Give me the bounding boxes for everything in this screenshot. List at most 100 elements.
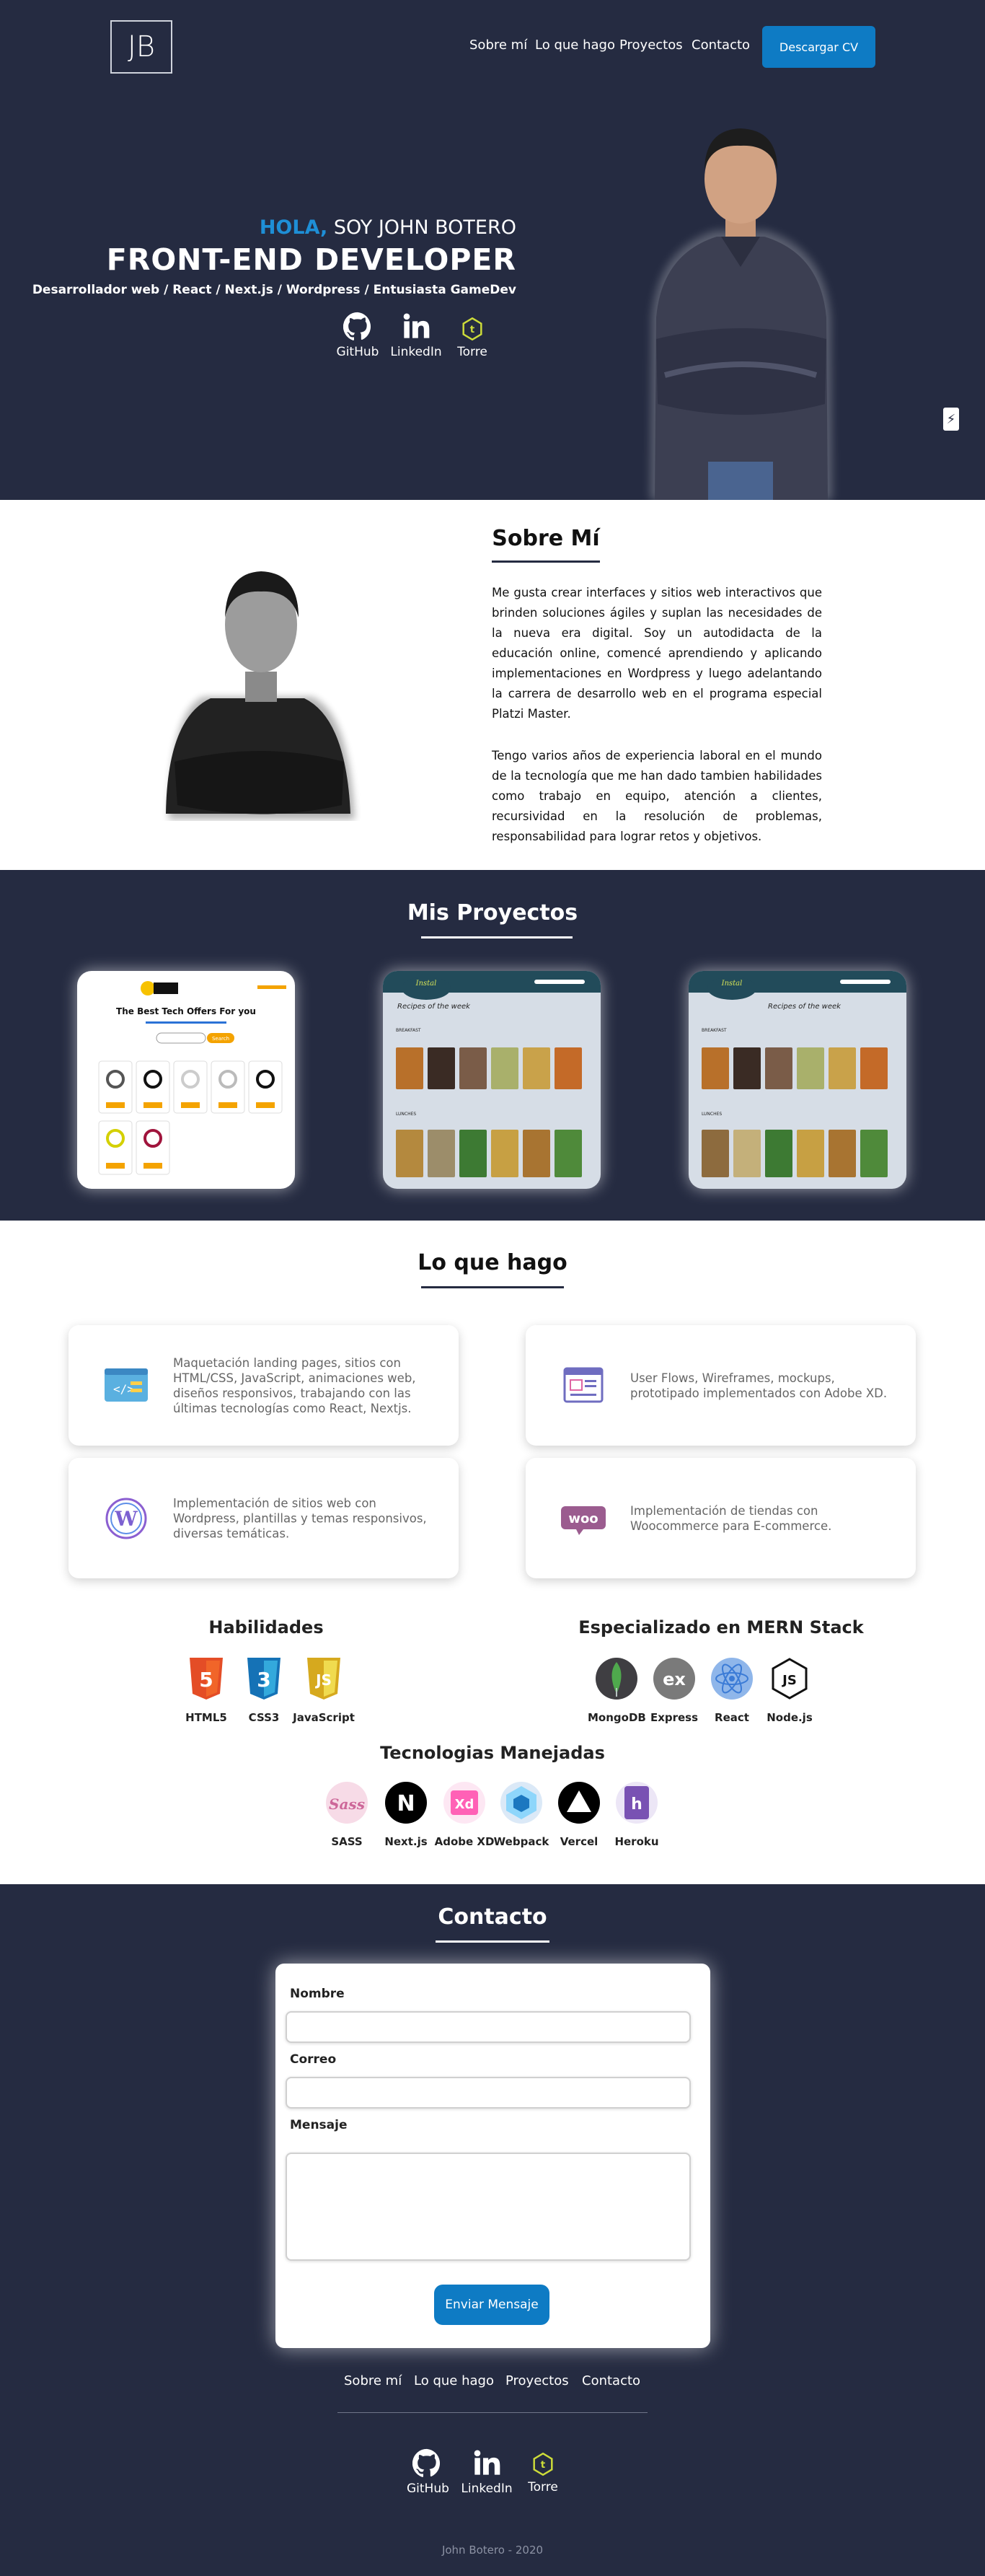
github-icon [412,2448,440,2477]
footer-github-label: GitHub [407,2482,449,2496]
email-input[interactable] [286,2077,691,2109]
footer-nav-contacto[interactable]: Contacto [582,2373,640,2388]
linkedin-icon [474,2450,500,2475]
wordpress-icon: W [105,1498,147,1539]
send-message-button[interactable]: Enviar Mensaje [434,2285,549,2325]
message-textarea[interactable] [286,2153,691,2261]
sass-icon: Sass [326,1782,368,1824]
nextjs-icon: N [385,1782,427,1824]
footer-social-github[interactable]: GitHub [407,2448,449,2496]
tech-webpack-label: Webpack [493,1835,549,1848]
hero-profile-photo [650,128,832,500]
bolt-icon[interactable]: ⚡ [943,408,959,431]
svg-text:woo: woo [568,1511,598,1526]
svg-text:5: 5 [199,1668,213,1692]
about-paragraph-2: Tengo varios años de experiencia laboral… [492,749,822,843]
project-card-tech-store[interactable]: The Best Tech Offers For you Search [77,971,295,1189]
greeting-highlight: HOLA, [259,216,328,239]
tech-nextjs: N Next.js [377,1780,435,1848]
skill-css3-label: CSS3 [248,1711,280,1724]
project-preview-recipes-1: Instal Recipes of the week BREAKFAST LUN… [383,971,601,1177]
github-icon [343,312,371,340]
svg-text:JS: JS [314,1671,332,1689]
hero-subtitle: Desarrollador web / React / Next.js / Wo… [32,283,516,297]
skill-react: React [703,1656,761,1724]
skill-express-label: Express [650,1711,699,1724]
tech-adobexd: Xd Adobe XD [433,1780,495,1848]
wireframe-icon [563,1367,604,1402]
habilidades-title: Habilidades [208,1617,324,1638]
recipes1-lunches: LUNCHES [396,1112,416,1117]
footer-social-torre[interactable]: t Torre [525,2453,561,2494]
mern-title: Especializado en MERN Stack [578,1617,864,1638]
footer-social-linkedin[interactable]: LinkedIn [460,2448,513,2496]
nav-sobre-mi[interactable]: Sobre mí [469,38,527,53]
skill-react-label: React [715,1711,749,1724]
project1-product-grid [98,1060,283,1175]
html5-icon: 5 [190,1658,223,1700]
nodejs-icon: JS [772,1658,808,1700]
tech-adobexd-label: Adobe XD [434,1835,495,1848]
service-card-ux: User Flows, Wireframes, mockups, prototi… [526,1325,916,1446]
skill-html5-label: HTML5 [185,1711,227,1724]
github-label: GitHub [336,345,379,359]
skill-nodejs: JS Node.js [761,1656,818,1724]
about-paragraph-1: Me gusta crear interfaces y sitios web i… [492,586,822,721]
tech-vercel-label: Vercel [560,1835,598,1848]
social-github[interactable]: GitHub [336,312,379,359]
tech-webpack: Webpack [492,1780,550,1848]
svg-text:t: t [470,324,475,335]
css3-icon: 3 [247,1658,281,1700]
projects-title-underline [421,936,573,938]
about-title: Sobre Mí [492,526,600,551]
footer-nav-proyectos[interactable]: Proyectos [505,2373,569,2388]
tech-title: Tecnologias Manejadas [380,1743,605,1763]
greeting-intro: SOY JOHN BOTERO [333,216,516,239]
project1-heading: The Best Tech Offers For you [116,1006,256,1016]
contact-form: Nombre Correo Mensaje Enviar Mensaje [275,1964,710,2348]
svg-text:t: t [541,2459,546,2471]
skill-mongodb: MongoDB [588,1656,646,1724]
copyright: John Botero - 2020 [441,2544,544,2557]
download-cv-button[interactable]: Descargar CV [762,26,875,68]
social-linkedin[interactable]: LinkedIn [389,312,443,359]
logo[interactable]: JB [110,20,172,74]
skill-css3: 3 CSS3 [235,1656,293,1724]
svg-text:Sass: Sass [329,1795,365,1813]
recipes1-heading: Recipes of the week [397,1003,471,1011]
hero-greeting: HOLA, SOY JOHN BOTERO [260,216,516,239]
social-torre[interactable]: t Torre [454,317,490,359]
svg-text:Instal: Instal [415,980,437,988]
recipes1-breakfast: BREAKFAST [396,1028,421,1033]
hero-role: FRONT-END DEVELOPER [106,242,516,277]
tech-heroku: h Heroku [608,1780,666,1848]
nav-proyectos[interactable]: Proyectos [619,38,683,53]
service-card-wordpress: W Implementación de sitios web con Wordp… [69,1458,459,1578]
footer-nav-sobre-mi[interactable]: Sobre mí [344,2373,402,2388]
service-text-wordpress: Implementación de sitios web con Wordpre… [173,1496,427,1540]
project-card-recipes-1[interactable]: Instal Recipes of the week BREAKFAST LUN… [383,971,601,1189]
name-input[interactable] [286,2011,691,2043]
recipes2-heading: Recipes of the week [768,1003,842,1011]
javascript-icon: JS [307,1658,340,1700]
service-text-woocommerce: Implementación de tiendas con Woocommerc… [630,1503,832,1533]
tech-nextjs-label: Next.js [384,1835,428,1848]
code-window-icon: </> [105,1368,148,1402]
svg-text:ex: ex [663,1669,686,1689]
recipes2-breakfast: BREAKFAST [702,1028,727,1033]
contact-title-underline [436,1940,549,1943]
tech-vercel: Vercel [550,1780,608,1848]
torre-icon: t [462,317,482,340]
project-card-recipes-2[interactable]: Instal Recipes of the week BREAKFAST LUN… [689,971,906,1189]
nav-contacto[interactable]: Contacto [692,38,750,53]
skill-nodejs-label: Node.js [767,1711,813,1724]
footer-nav-lo-que-hago[interactable]: Lo que hago [414,2373,494,2388]
vercel-icon [558,1782,600,1824]
about-title-underline [492,561,600,563]
mongodb-icon [596,1658,637,1700]
torre-icon: t [533,2453,553,2476]
services-title-underline [421,1286,564,1288]
svg-text:W: W [114,1507,138,1531]
footer-torre-label: Torre [528,2480,558,2494]
nav-lo-que-hago[interactable]: Lo que hago [535,38,615,53]
